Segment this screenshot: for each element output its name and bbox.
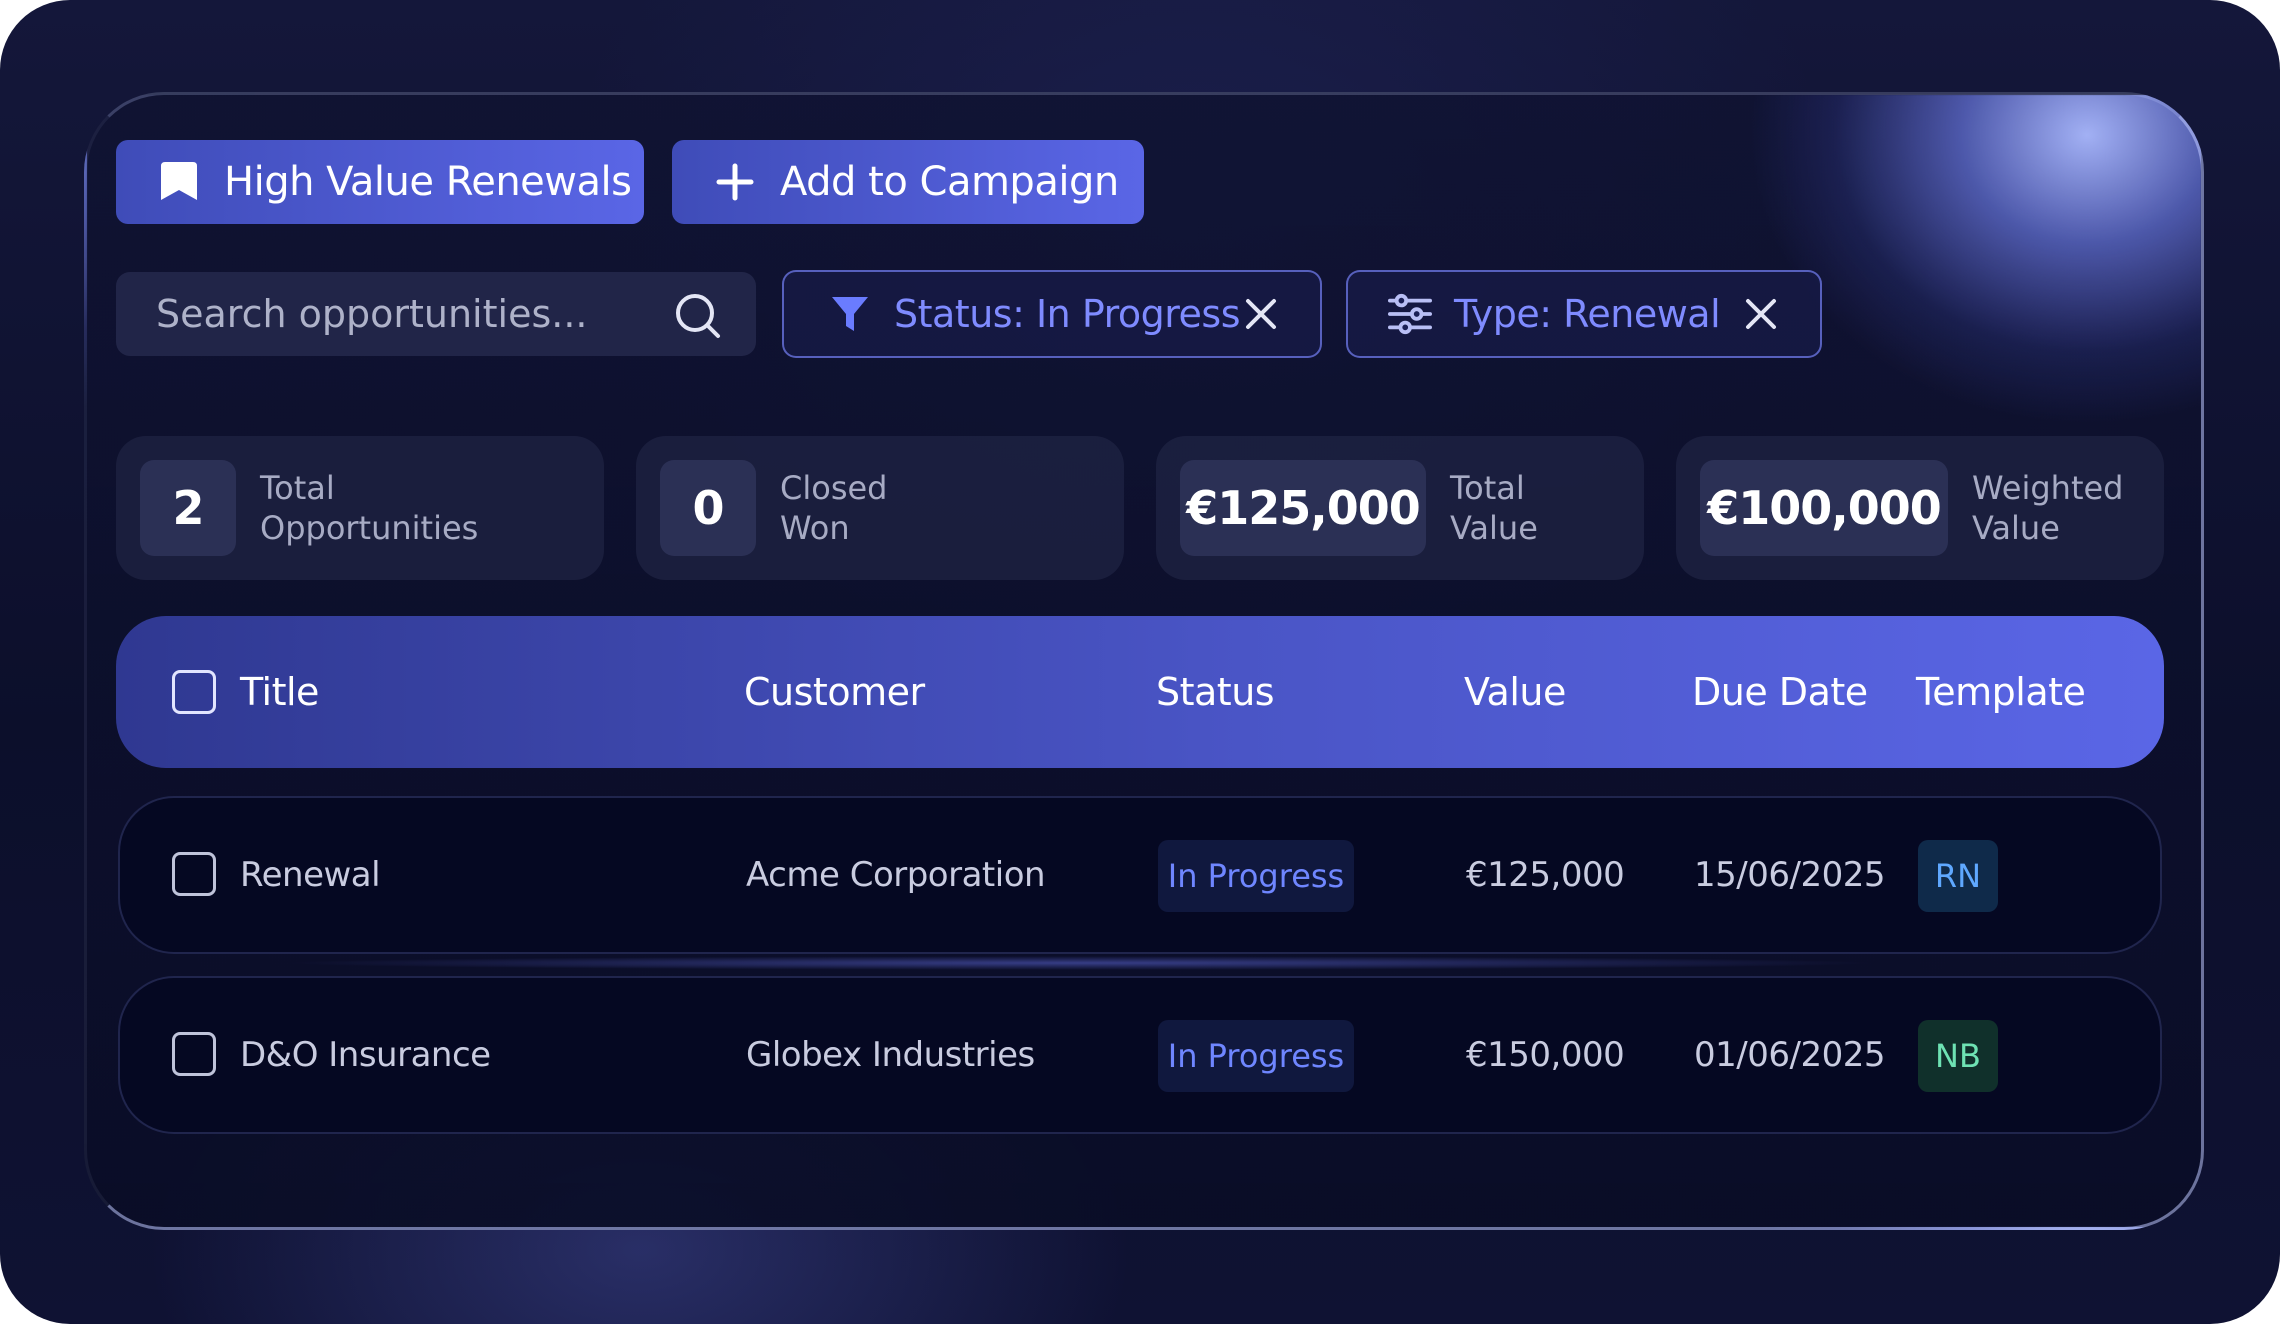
template-badge: NB [1918,1020,1998,1092]
cell-value: €150,000 [1466,1035,1625,1075]
search-bar [116,272,756,356]
stat-label: Total Opportunities [260,468,478,548]
search-icon[interactable] [674,292,720,338]
type-filter-chip[interactable]: Type: Renewal [1346,270,1822,358]
type-filter-label: Type: Renewal [1454,292,1721,336]
cell-value: €125,000 [1466,855,1625,895]
template-badge: RN [1918,840,1998,912]
row-checkbox[interactable] [172,1032,216,1076]
column-header-template[interactable]: Template [1916,616,2086,768]
stat-card-total-value: €125,000 Total Value [1156,436,1644,580]
saved-view-label: High Value Renewals [224,159,632,205]
stat-label-line: Closed [780,469,888,507]
search-input[interactable] [156,292,656,336]
cell-customer: Acme Corporation [746,855,1046,895]
stat-label-line: Opportunities [260,509,479,547]
add-to-campaign-label: Add to Campaign [780,159,1119,205]
status-badge: In Progress [1158,840,1354,912]
status-filter-chip[interactable]: Status: In Progress [782,270,1322,358]
stat-label-line: Value [1972,509,2060,547]
table-row[interactable]: Renewal Acme Corporation In Progress €12… [118,796,2162,954]
status-filter-label: Status: In Progress [894,292,1241,336]
stat-label-line: Total [260,469,335,507]
stat-label: Weighted Value [1972,468,2123,548]
stat-label-line: Won [780,509,850,547]
funnel-icon [828,292,872,336]
stat-value: 2 [140,460,236,556]
stat-label-line: Total [1450,469,1525,507]
stat-card-total-opportunities: 2 Total Opportunities [116,436,604,580]
stat-label: Closed Won [780,468,887,548]
cell-due-date: 01/06/2025 [1694,1035,1885,1075]
status-badge: In Progress [1158,1020,1354,1092]
cell-title: Renewal [240,855,381,895]
column-header-due-date[interactable]: Due Date [1692,616,1868,768]
cell-customer: Globex Industries [746,1035,1035,1075]
stat-value: €125,000 [1180,460,1426,556]
sliders-icon [1388,292,1432,336]
stat-card-closed-won: 0 Closed Won [636,436,1124,580]
close-icon[interactable] [1742,295,1780,333]
row-checkbox[interactable] [172,852,216,896]
cell-due-date: 15/06/2025 [1694,855,1885,895]
stat-card-weighted-value: €100,000 Weighted Value [1676,436,2164,580]
stat-label: Total Value [1450,468,1538,548]
select-all-checkbox[interactable] [172,670,216,714]
app-frame: High Value Renewals Add to Campaign Stat… [0,0,2280,1324]
stat-value: €100,000 [1700,460,1948,556]
add-to-campaign-button[interactable]: Add to Campaign [672,140,1144,224]
stat-value: 0 [660,460,756,556]
close-icon[interactable] [1242,295,1280,333]
column-header-title[interactable]: Title [240,616,319,768]
column-header-status[interactable]: Status [1156,616,1275,768]
table-header: Title Customer Status Value Due Date Tem… [116,616,2164,768]
cell-title: D&O Insurance [240,1035,491,1075]
saved-view-button[interactable]: High Value Renewals [116,140,644,224]
column-header-customer[interactable]: Customer [744,616,925,768]
plus-icon [712,159,758,205]
row-divider-glow [280,956,1880,970]
table-row[interactable]: D&O Insurance Globex Industries In Progr… [118,976,2162,1134]
stat-label-line: Weighted [1972,469,2124,507]
bookmark-icon [156,159,202,205]
stat-label-line: Value [1450,509,1538,547]
column-header-value[interactable]: Value [1464,616,1566,768]
